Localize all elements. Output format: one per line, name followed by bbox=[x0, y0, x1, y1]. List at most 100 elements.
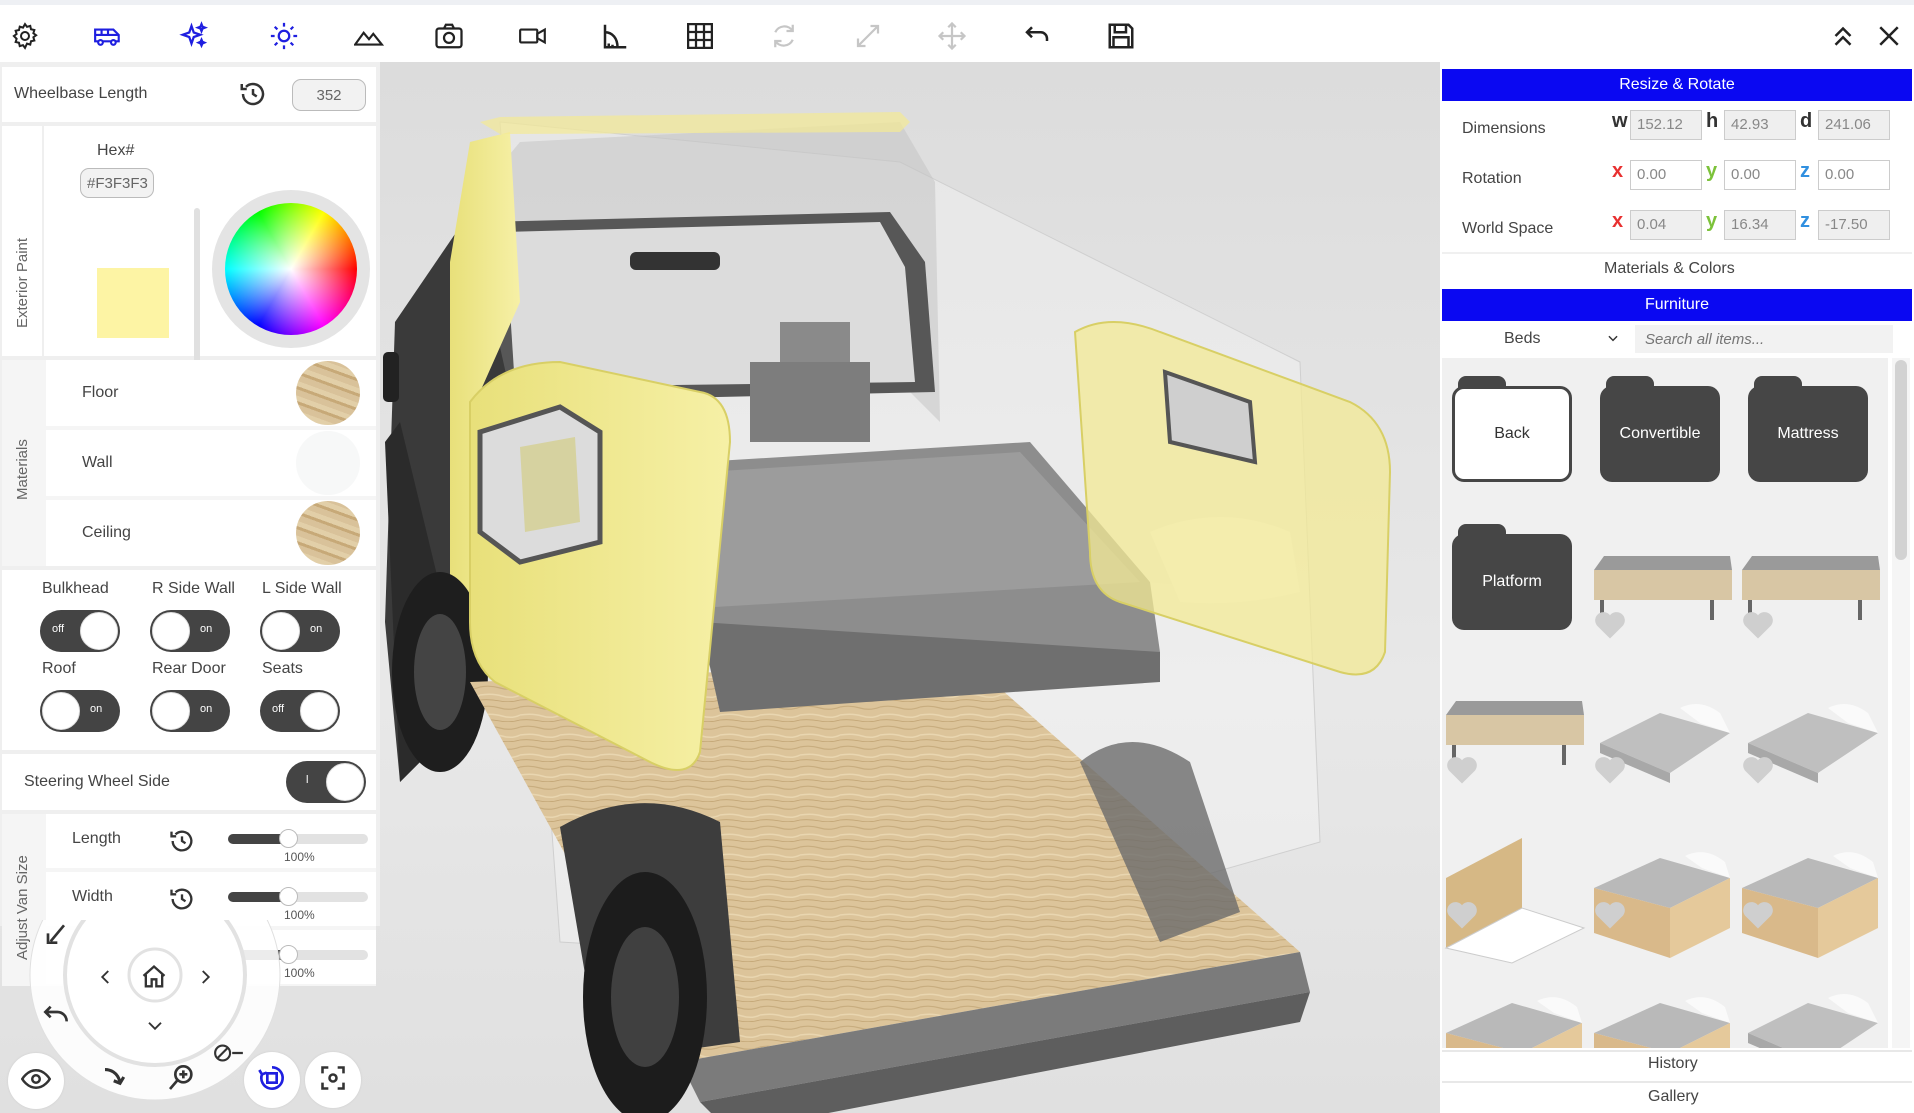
toggle-r-side-wall[interactable]: on bbox=[150, 610, 230, 652]
home-icon[interactable] bbox=[140, 963, 168, 996]
visibility-button[interactable] bbox=[8, 1053, 64, 1109]
material-row-wall[interactable]: Wall bbox=[46, 430, 376, 496]
furniture-item[interactable] bbox=[1590, 693, 1736, 809]
dimensions-h-input[interactable]: 42.93 bbox=[1724, 110, 1796, 140]
world-z-input[interactable]: -17.50 bbox=[1818, 210, 1890, 240]
folder-back[interactable]: Back bbox=[1452, 386, 1572, 482]
furniture-item[interactable] bbox=[1590, 548, 1736, 664]
furniture-item[interactable] bbox=[1738, 983, 1884, 1048]
furniture-header[interactable]: Furniture bbox=[1442, 289, 1912, 321]
favorite-heart-icon[interactable] bbox=[1592, 608, 1628, 640]
favorite-heart-icon[interactable] bbox=[1740, 753, 1776, 785]
furniture-item[interactable] bbox=[1590, 838, 1736, 958]
turn-forward-icon[interactable] bbox=[100, 1062, 130, 1097]
collapse-up-icon[interactable] bbox=[1826, 19, 1860, 53]
favorite-heart-icon[interactable] bbox=[1740, 608, 1776, 640]
steering-label: Steering Wheel Side bbox=[24, 773, 170, 790]
history-link[interactable]: History bbox=[1648, 1055, 1698, 1073]
gear-icon[interactable] bbox=[8, 19, 42, 53]
mountains-icon[interactable] bbox=[352, 19, 386, 53]
toggle-seats[interactable]: off bbox=[260, 690, 340, 732]
axis-x-label: x bbox=[1612, 160, 1624, 182]
hex-input[interactable]: #F3F3F3 bbox=[80, 168, 154, 198]
toggle-rear-door[interactable]: on bbox=[150, 690, 230, 732]
steering-wheel-side-toggle[interactable]: l bbox=[286, 761, 366, 803]
dimensions-d-input[interactable]: 241.06 bbox=[1818, 110, 1890, 140]
pan-left-icon[interactable] bbox=[97, 968, 115, 991]
size-slider[interactable] bbox=[228, 887, 368, 906]
close-icon[interactable] bbox=[1872, 19, 1906, 53]
hex-label: Hex# bbox=[97, 142, 135, 159]
furniture-item[interactable] bbox=[1442, 983, 1588, 1048]
rotate-left-icon[interactable] bbox=[40, 920, 72, 957]
angle-icon[interactable] bbox=[598, 19, 632, 53]
material-row-floor[interactable]: Floor bbox=[46, 360, 376, 426]
reset-history-icon[interactable] bbox=[168, 885, 196, 918]
furniture-item[interactable] bbox=[1442, 693, 1588, 809]
rotation-y-input[interactable]: 0.00 bbox=[1724, 160, 1796, 190]
favorite-heart-icon[interactable] bbox=[1592, 753, 1628, 785]
toggle-roof[interactable]: on bbox=[40, 690, 120, 732]
undo-icon[interactable] bbox=[1020, 19, 1054, 53]
folder-mattress[interactable]: Mattress bbox=[1748, 386, 1868, 482]
color-wheel[interactable] bbox=[212, 190, 370, 348]
orbit-button[interactable] bbox=[244, 1052, 300, 1108]
focus-button[interactable] bbox=[305, 1052, 361, 1108]
resize-rotate-header[interactable]: Resize & Rotate bbox=[1442, 69, 1912, 101]
wall-texture-swatch[interactable] bbox=[296, 431, 360, 495]
ceiling-texture-swatch[interactable] bbox=[296, 501, 360, 565]
floor-texture-swatch[interactable] bbox=[296, 361, 360, 425]
pan-right-icon[interactable] bbox=[196, 968, 214, 991]
size-slider-knob[interactable] bbox=[279, 829, 299, 848]
favorite-heart-icon[interactable] bbox=[1592, 898, 1628, 930]
rotation-x-input[interactable]: 0.00 bbox=[1630, 160, 1702, 190]
furniture-item[interactable] bbox=[1738, 838, 1884, 958]
furniture-item[interactable] bbox=[1442, 838, 1588, 964]
world-y-input[interactable]: 16.34 bbox=[1724, 210, 1796, 240]
pan-down-icon[interactable] bbox=[146, 1016, 164, 1039]
favorite-heart-icon[interactable] bbox=[1740, 898, 1776, 930]
furniture-item[interactable] bbox=[1738, 693, 1884, 809]
move-icon[interactable] bbox=[935, 19, 969, 53]
furniture-item[interactable] bbox=[1738, 548, 1884, 664]
toggle-l-side-wall[interactable]: on bbox=[260, 610, 340, 652]
dimensions-w-input[interactable]: 152.12 bbox=[1630, 110, 1702, 140]
folder-convertible[interactable]: Convertible bbox=[1600, 386, 1720, 482]
video-icon[interactable] bbox=[516, 19, 550, 53]
zoom-out-icon[interactable] bbox=[213, 1040, 245, 1071]
history-icon[interactable] bbox=[238, 79, 268, 114]
orbit-icon bbox=[256, 1062, 288, 1099]
rotate-icon[interactable] bbox=[767, 19, 801, 53]
exterior-paint-section-label: Exterior Paint bbox=[14, 237, 31, 328]
toggle-label: Rear Door bbox=[152, 660, 226, 677]
focus-icon bbox=[319, 1064, 347, 1097]
materials-colors-link[interactable]: Materials & Colors bbox=[1604, 260, 1735, 278]
world-x-input[interactable]: 0.04 bbox=[1630, 210, 1702, 240]
scale-icon[interactable] bbox=[851, 19, 885, 53]
material-label: Floor bbox=[82, 384, 119, 401]
axis-z-label: z bbox=[1800, 160, 1810, 182]
grid-icon[interactable] bbox=[683, 19, 717, 53]
toggle-bulkhead[interactable]: off bbox=[40, 610, 120, 652]
van-icon[interactable] bbox=[91, 19, 125, 53]
material-row-ceiling[interactable]: Ceiling bbox=[46, 500, 376, 566]
turn-back-icon[interactable] bbox=[40, 1000, 72, 1037]
rotation-z-input[interactable]: 0.00 bbox=[1818, 160, 1890, 190]
zoom-in-icon[interactable] bbox=[166, 1061, 198, 1098]
furniture-scrollbar[interactable] bbox=[1892, 358, 1910, 1048]
sun-icon[interactable] bbox=[267, 19, 301, 53]
gallery-link[interactable]: Gallery bbox=[1648, 1088, 1699, 1106]
size-slider[interactable] bbox=[228, 829, 368, 848]
camera-icon[interactable] bbox=[432, 19, 466, 53]
sparkle-icon[interactable] bbox=[177, 19, 211, 53]
save-icon[interactable] bbox=[1104, 19, 1138, 53]
size-slider-knob[interactable] bbox=[279, 887, 299, 906]
folder-platform[interactable]: Platform bbox=[1452, 534, 1572, 630]
favorite-heart-icon[interactable] bbox=[1444, 898, 1480, 930]
furniture-item[interactable] bbox=[1590, 983, 1736, 1048]
search-input[interactable] bbox=[1635, 325, 1893, 353]
favorite-heart-icon[interactable] bbox=[1444, 753, 1480, 785]
reset-history-icon[interactable] bbox=[168, 827, 196, 860]
category-select[interactable]: Beds bbox=[1442, 324, 1630, 354]
wheelbase-input[interactable]: 352 bbox=[292, 79, 366, 111]
